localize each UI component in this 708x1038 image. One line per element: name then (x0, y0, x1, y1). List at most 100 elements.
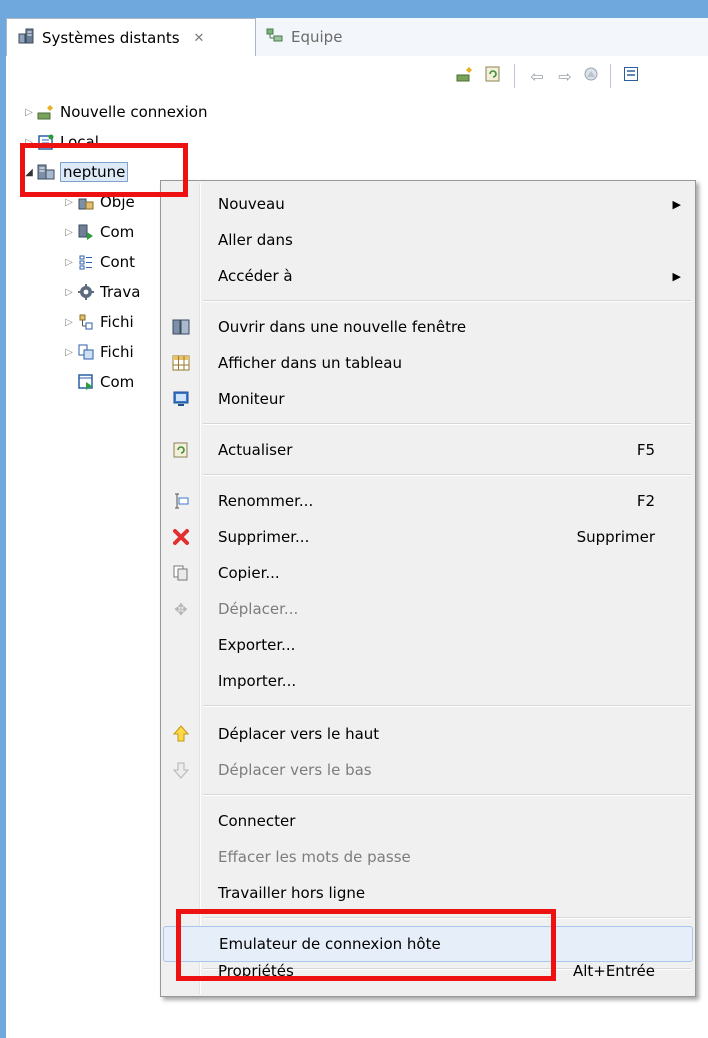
tree-item-label: Trava (100, 283, 141, 301)
home-button[interactable] (580, 65, 602, 87)
menu-item-label: Importer... (218, 672, 297, 690)
menu-separator (203, 705, 691, 707)
menu-item-label: Accéder à (218, 267, 293, 285)
menu-separator (203, 300, 691, 302)
menu-item-label: Exporter... (218, 636, 296, 654)
menu-item-copy[interactable]: Copier... (163, 555, 693, 591)
window-frame-top (0, 0, 708, 18)
menu-item-move-down[interactable]: Déplacer vers le bas (163, 752, 693, 788)
remote-systems-icon (17, 27, 35, 49)
menu-item-refresh[interactable]: Actualiser F5 (163, 432, 693, 468)
monitor-icon (163, 390, 199, 408)
view-tab-bar: Systèmes distants ✕ Equipe (6, 18, 708, 57)
tree-item-child[interactable]: ▷ Fichi (62, 337, 134, 367)
expand-arrow-icon[interactable]: ▷ (62, 197, 76, 208)
files-icon (76, 312, 96, 332)
highlight-box-neptune (20, 143, 188, 197)
menu-item-label: Afficher dans un tableau (218, 354, 402, 372)
refresh-icon (163, 441, 199, 459)
tree-item-child[interactable]: Com (76, 367, 134, 397)
expand-arrow-icon[interactable]: ▷ (62, 317, 76, 328)
move-arrows-icon: ✥ (174, 599, 188, 619)
menu-item-label: Travailler hors ligne (218, 884, 366, 902)
menu-item-label: Moniteur (218, 390, 285, 408)
expand-arrow-icon[interactable]: ▷ (62, 257, 76, 268)
collapse-all-icon (623, 66, 639, 86)
menu-item-go-into[interactable]: Aller dans (163, 222, 693, 258)
tree-item-child[interactable]: ▷ Com (62, 217, 134, 247)
toolbar-separator (610, 64, 611, 88)
tree-item-label: Fichi (100, 313, 134, 331)
tab-label: Equipe (291, 28, 343, 46)
menu-item-shortcut: F5 (636, 441, 655, 459)
open-window-icon (163, 318, 199, 336)
menu-item-work-offline[interactable]: Travailler hors ligne (163, 875, 693, 911)
menu-item-label: Déplacer vers le haut (218, 725, 380, 743)
context-menu: Nouveau ▶ Aller dans Accéder à ▶ Ouvrir … (160, 180, 696, 997)
tree-item-label: Nouvelle connexion (60, 103, 208, 121)
arrow-down-icon (163, 761, 199, 779)
toolbar-separator (514, 64, 515, 88)
new-connection-icon (455, 65, 475, 87)
menu-item-label: Déplacer... (218, 600, 299, 618)
commands-icon (76, 222, 96, 242)
tree-item-child[interactable]: ▷ Trava (62, 277, 140, 307)
new-connection-icon (36, 102, 56, 122)
menu-item-go-to[interactable]: Accéder à ▶ (163, 258, 693, 294)
forward-button[interactable]: ⇨ (554, 65, 576, 87)
tab-team[interactable]: Equipe (256, 18, 361, 56)
collapse-all-button[interactable] (620, 65, 642, 87)
new-connection-button[interactable] (454, 65, 476, 87)
menu-item-new[interactable]: Nouveau ▶ (163, 186, 693, 222)
menu-item-label: Aller dans (218, 231, 293, 249)
menu-separator (203, 794, 691, 796)
menu-item-open-new-window[interactable]: Ouvrir dans une nouvelle fenêtre (163, 309, 693, 345)
menu-item-shortcut: Alt+Entrée (572, 962, 655, 980)
menu-item-rename[interactable]: Renommer... F2 (163, 483, 693, 519)
menu-item-move-up[interactable]: Déplacer vers le haut (163, 716, 693, 752)
menu-item-label: Nouveau (218, 195, 285, 213)
arrow-up-icon (163, 725, 199, 743)
tab-label: Systèmes distants (42, 29, 180, 47)
tree-item-child[interactable]: ▷ Cont (62, 247, 135, 277)
menu-item-import[interactable]: Importer... (163, 663, 693, 699)
menu-item-show-in-table[interactable]: Afficher dans un tableau (163, 345, 693, 381)
menu-item-shortcut: Supprimer (576, 528, 655, 546)
menu-item-label: Connecter (218, 812, 296, 830)
menu-item-monitor[interactable]: Moniteur (163, 381, 693, 417)
tree-item-label: Fichi (100, 343, 134, 361)
expand-arrow-icon[interactable]: ▷ (62, 347, 76, 358)
expand-arrow-icon[interactable]: ▷ (22, 107, 36, 118)
close-tab-icon[interactable]: ✕ (194, 31, 205, 46)
menu-item-label: Renommer... (218, 492, 314, 510)
submenu-arrow-icon: ▶ (672, 269, 681, 283)
highlight-box-host-emulator (176, 909, 556, 981)
menu-item-label: Effacer les mots de passe (218, 848, 411, 866)
copy-icon (163, 564, 199, 582)
expand-arrow-icon[interactable]: ▷ (62, 287, 76, 298)
contents-icon (76, 252, 96, 272)
back-button[interactable]: ⇦ (526, 65, 548, 87)
files-icon (76, 342, 96, 362)
menu-item-clear-passwords[interactable]: Effacer les mots de passe (163, 839, 693, 875)
tree-item-child[interactable]: ▷ Fichi (62, 307, 134, 337)
menu-item-connect[interactable]: Connecter (163, 803, 693, 839)
submenu-arrow-icon: ▶ (672, 197, 681, 211)
team-icon (266, 28, 284, 46)
tab-remote-systems[interactable]: Systèmes distants ✕ (6, 18, 256, 57)
menu-item-move[interactable]: ✥ Déplacer... (163, 591, 693, 627)
menu-item-shortcut: F2 (636, 492, 655, 510)
tree-item-label: Com (100, 223, 135, 241)
home-icon (582, 65, 600, 87)
command-shell-icon (76, 372, 96, 392)
tree-item-new-connection[interactable]: ▷ Nouvelle connexion (22, 97, 207, 127)
expand-arrow-icon[interactable]: ▷ (62, 227, 76, 238)
menu-separator (203, 474, 691, 476)
back-arrow-icon: ⇦ (530, 66, 544, 86)
menu-item-label: Supprimer... (218, 528, 310, 546)
menu-item-export[interactable]: Exporter... (163, 627, 693, 663)
refresh-button[interactable] (482, 65, 504, 87)
menu-item-label: Déplacer vers le bas (218, 761, 372, 779)
menu-item-delete[interactable]: Supprimer... Supprimer (163, 519, 693, 555)
menu-item-label: Copier... (218, 564, 280, 582)
